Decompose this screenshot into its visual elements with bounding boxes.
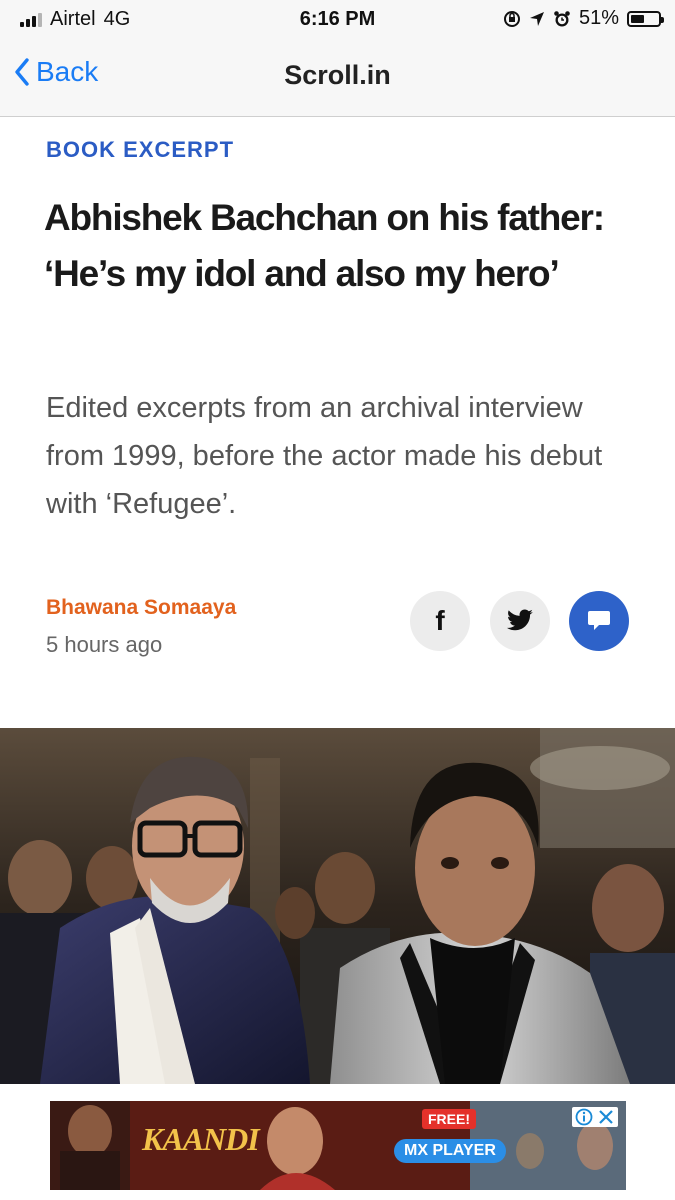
battery-icon — [627, 10, 664, 27]
navigation-bar: Back Scroll.in — [0, 40, 675, 117]
ad-banner[interactable]: KAANDI FREE! MX PLAYER — [50, 1101, 626, 1190]
category-label[interactable]: BOOK EXCERPT — [46, 137, 234, 163]
location-arrow-icon — [529, 11, 544, 26]
battery-percent: 51% — [578, 7, 619, 29]
ad-banner-container: KAANDI FREE! MX PLAYER — [0, 1084, 675, 1200]
ad-title: KAANDI — [142, 1121, 260, 1157]
page-title: Scroll.in — [284, 60, 391, 90]
comment-icon — [588, 611, 610, 630]
screen-rotation-lock-icon — [503, 10, 520, 27]
ad-badge: FREE! — [422, 1109, 476, 1129]
ad-brand: MX PLAYER — [394, 1139, 506, 1163]
alarm-icon — [554, 10, 570, 26]
facebook-share-button[interactable]: f — [410, 591, 470, 651]
hero-photo-illustration — [0, 728, 675, 1084]
comment-button[interactable] — [569, 591, 629, 651]
ad-info-icon[interactable] — [575, 1108, 593, 1126]
facebook-icon: f — [435, 605, 445, 636]
article-subhead: Edited excerpts from an archival intervi… — [46, 392, 603, 520]
author-name[interactable]: Bhawana Somaaya — [46, 596, 236, 620]
article-hero-image — [0, 728, 675, 1084]
twitter-share-button[interactable] — [490, 591, 550, 651]
status-bar: Airtel 4G 6:16 PM 51% — [0, 0, 675, 40]
publish-time: 5 hours ago — [46, 632, 163, 657]
twitter-icon — [507, 609, 533, 631]
ad-close-icon[interactable] — [597, 1108, 615, 1126]
article-headline: Abhishek Bachchan on his father: ‘He’s m… — [44, 197, 605, 294]
ad-controls[interactable] — [572, 1107, 618, 1127]
ad-artwork — [50, 1101, 626, 1190]
status-bar-right: 51% — [503, 7, 664, 30]
